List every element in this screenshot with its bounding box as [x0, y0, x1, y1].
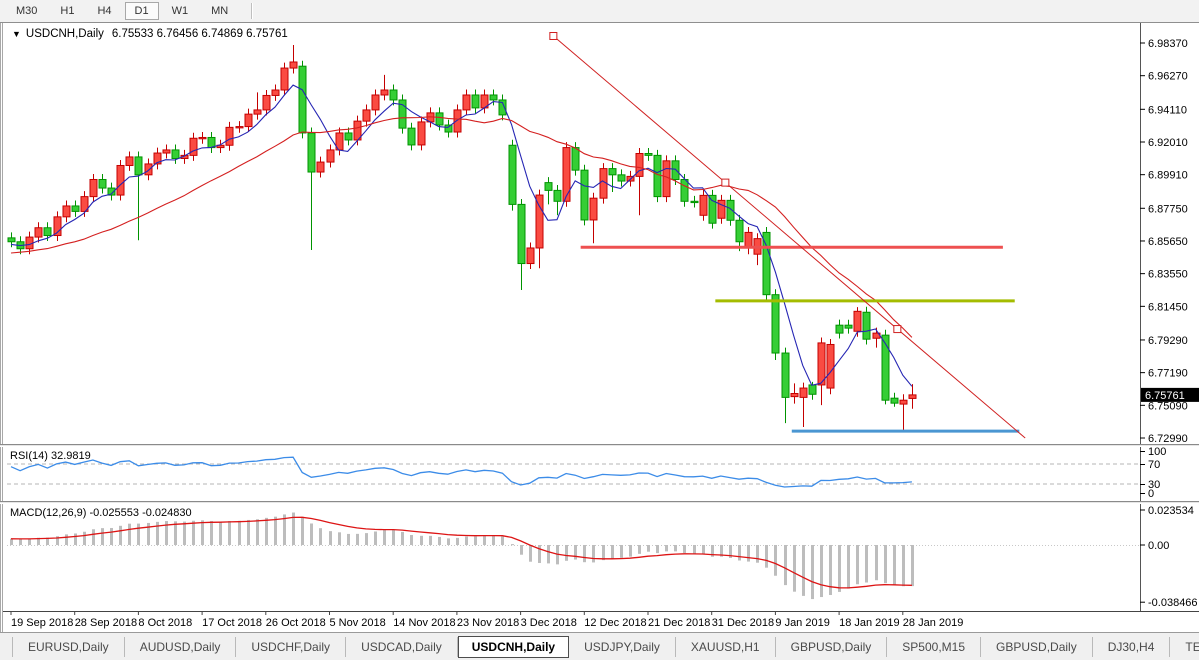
toolbar-separator: [251, 3, 253, 19]
main-chart-pane[interactable]: 6.98370 6.96270 6.94110 6.92010 6.89910 6.877…: [0, 23, 1199, 444]
svg-text:28 Sep 2018: 28 Sep 2018: [75, 617, 137, 629]
svg-text:6.92010: 6.92010: [1148, 137, 1188, 149]
rsi-canvas[interactable]: 10070300: [3, 447, 1199, 501]
chart-tab-dj30-h4[interactable]: DJ30,H4: [1093, 637, 1171, 657]
svg-text:6.98370: 6.98370: [1148, 38, 1188, 50]
svg-text:6.96270: 6.96270: [1148, 71, 1188, 83]
time-axis: 19 Sep 201828 Sep 20188 Oct 2018 17 Oct 2…: [0, 611, 1199, 632]
timeframe-toolbar: M30H1H4D1W1MN: [0, 0, 1199, 23]
svg-text:6.75761: 6.75761: [1145, 390, 1185, 402]
svg-text:26 Oct 2018: 26 Oct 2018: [266, 617, 326, 629]
svg-text:21 Dec 2018: 21 Dec 2018: [648, 617, 710, 629]
time-axis-canvas: 19 Sep 201828 Sep 20188 Oct 2018 17 Oct 2…: [3, 611, 1199, 632]
chart-tab-tech100-h1[interactable]: TECH100,H1: [1170, 637, 1199, 657]
svg-text:23 Nov 2018: 23 Nov 2018: [457, 617, 519, 629]
svg-text:6.83550: 6.83550: [1148, 269, 1188, 281]
chart-tab-gbpusd-daily[interactable]: GBPUSD,Daily: [981, 637, 1093, 657]
chart-tab-gbpusd-daily[interactable]: GBPUSD,Daily: [776, 637, 888, 657]
rsi-pane[interactable]: 10070300 RSI(14) 32.9819: [0, 447, 1199, 501]
chart-title: ▼ USDCNH,Daily 6.75533 6.76456 6.74869 6.7…: [12, 28, 288, 40]
timeframe-button-mn[interactable]: MN: [201, 2, 238, 20]
svg-text:28 Jan 2019: 28 Jan 2019: [903, 617, 964, 629]
svg-text:0: 0: [1148, 488, 1154, 500]
chart-tab-xauusd-h1[interactable]: XAUUSD,H1: [676, 637, 776, 657]
svg-text:6.77190: 6.77190: [1148, 368, 1188, 380]
svg-text:70: 70: [1148, 459, 1160, 471]
macd-canvas[interactable]: 0.023534 0.00 -0.038466: [3, 504, 1199, 611]
svg-text:6.85650: 6.85650: [1148, 236, 1188, 248]
timeframe-button-w1[interactable]: W1: [162, 2, 199, 20]
svg-text:0.023534: 0.023534: [1148, 505, 1194, 517]
svg-text:6.79290: 6.79290: [1148, 335, 1188, 347]
svg-text:5 Nov 2018: 5 Nov 2018: [330, 617, 386, 629]
chart-tab-audusd-daily[interactable]: AUDUSD,Daily: [125, 637, 237, 657]
svg-text:14 Nov 2018: 14 Nov 2018: [393, 617, 455, 629]
chart-tab-usdcnh-daily[interactable]: USDCNH,Daily: [458, 636, 569, 658]
svg-text:31 Dec 2018: 31 Dec 2018: [712, 617, 774, 629]
svg-text:8 Oct 2018: 8 Oct 2018: [138, 617, 192, 629]
timeframe-button-h4[interactable]: H4: [87, 2, 121, 20]
chart-tab-usdcad-daily[interactable]: USDCAD,Daily: [346, 637, 458, 657]
svg-text:6.72990: 6.72990: [1148, 433, 1188, 444]
svg-text:6.89910: 6.89910: [1148, 170, 1188, 182]
price-chart-canvas[interactable]: 6.98370 6.96270 6.94110 6.92010 6.89910 6.877…: [3, 23, 1199, 444]
chart-tab-usdjpy-daily[interactable]: USDJPY,Daily: [569, 637, 676, 657]
svg-text:17 Oct 2018: 17 Oct 2018: [202, 617, 262, 629]
rsi-label: RSI(14) 32.9819: [10, 450, 91, 462]
trendline-handle: [550, 32, 557, 39]
svg-text:-0.038466: -0.038466: [1148, 597, 1198, 609]
chart-symbol-label: USDCNH,Daily: [26, 28, 104, 40]
chart-tab-bar: EURUSD,DailyAUDUSD,DailyUSDCHF,DailyUSDC…: [0, 632, 1199, 660]
chart-tab-sp500-m15[interactable]: SP500,M15: [887, 637, 981, 657]
svg-text:9 Jan 2019: 9 Jan 2019: [775, 617, 829, 629]
chart-ohlc-values: 6.75533 6.76456 6.74869 6.75761: [112, 28, 288, 40]
timeframe-button-m30[interactable]: M30: [6, 2, 47, 20]
svg-text:6.94110: 6.94110: [1148, 104, 1187, 116]
svg-text:6.81450: 6.81450: [1148, 301, 1188, 313]
macd-pane[interactable]: 0.023534 0.00 -0.038466 MACD(12,26,9) -0.0…: [0, 504, 1199, 611]
macd-label: MACD(12,26,9) -0.025553 -0.024830: [10, 507, 192, 519]
svg-text:0.00: 0.00: [1148, 540, 1169, 552]
trendline-handle: [722, 179, 729, 186]
svg-text:100: 100: [1148, 447, 1166, 458]
svg-text:18 Jan 2019: 18 Jan 2019: [839, 617, 900, 629]
svg-text:12 Dec 2018: 12 Dec 2018: [584, 617, 646, 629]
symbol-dropdown-icon[interactable]: ▼: [12, 29, 21, 39]
svg-text:3 Dec 2018: 3 Dec 2018: [521, 617, 577, 629]
trendline-handle: [894, 326, 901, 333]
svg-text:6.75090: 6.75090: [1148, 400, 1188, 412]
svg-text:19 Sep 2018: 19 Sep 2018: [11, 617, 73, 629]
timeframe-button-h1[interactable]: H1: [50, 2, 84, 20]
chart-tab-eurusd-daily[interactable]: EURUSD,Daily: [12, 637, 125, 657]
chart-tab-usdchf-daily[interactable]: USDCHF,Daily: [236, 637, 346, 657]
timeframe-button-d1[interactable]: D1: [125, 2, 159, 20]
svg-text:6.87750: 6.87750: [1148, 203, 1188, 215]
